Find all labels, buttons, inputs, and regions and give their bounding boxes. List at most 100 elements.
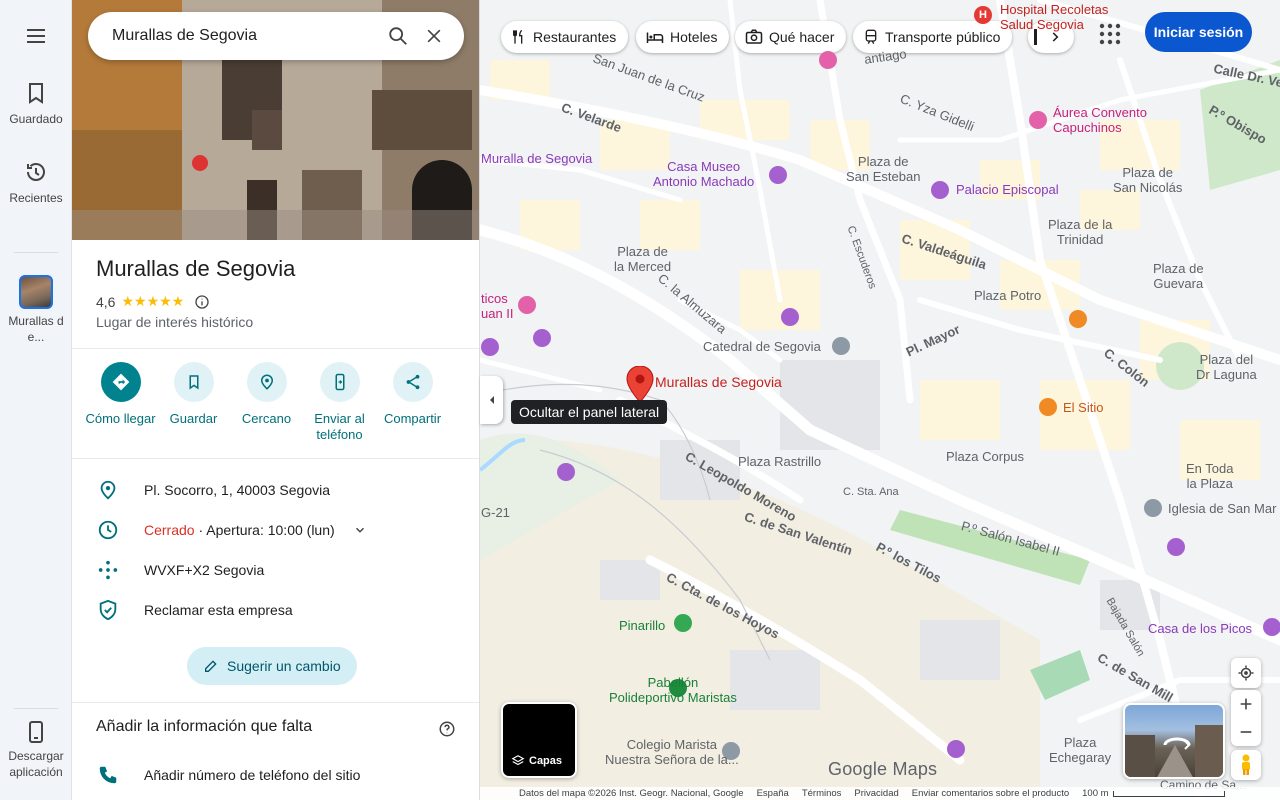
- rail-saved-button[interactable]: Guardado: [0, 81, 72, 127]
- landmark-pin-icon[interactable]: [947, 740, 965, 758]
- chevron-down-icon[interactable]: [353, 523, 367, 537]
- divider: [72, 458, 479, 459]
- map-label-palacio[interactable]: Palacio Episcopal: [956, 182, 1059, 197]
- my-location-button[interactable]: [1231, 658, 1261, 688]
- camera-pin-icon[interactable]: [533, 329, 551, 347]
- place-panel: Murallas de Segovia Murallas de Segovia …: [72, 0, 480, 800]
- footer-map-data[interactable]: Datos del mapa ©2026 Inst. Geogr. Nacion…: [519, 788, 744, 799]
- map-label-hospital[interactable]: Hospital Recoletas Salud Segovia: [1000, 2, 1108, 32]
- chip-things-to-do-label: Qué hacer: [769, 29, 835, 45]
- map-label-en-toda[interactable]: En Toda la Plaza: [1186, 461, 1233, 491]
- help-icon[interactable]: [438, 720, 456, 738]
- directions-button[interactable]: Cómo llegar: [84, 362, 157, 443]
- chip-hotels-label: Hoteles: [670, 29, 718, 45]
- share-button[interactable]: Compartir: [376, 362, 449, 443]
- park-pin-icon[interactable]: [674, 614, 692, 632]
- hours-status: Cerrado: [144, 522, 195, 538]
- hours-row[interactable]: Cerrado · Apertura: 10:00 (lun): [72, 510, 479, 550]
- phone-call-icon: [99, 766, 117, 784]
- map-label-el-sitio[interactable]: El Sitio: [1063, 400, 1103, 415]
- footer-privacy-link[interactable]: Privacidad: [854, 788, 898, 799]
- map-label-murallas-pin[interactable]: Murallas de Segovia: [655, 375, 782, 390]
- hotel-pin-icon[interactable]: [518, 296, 536, 314]
- map-label-aurea[interactable]: Áurea Convento Capuchinos: [1053, 105, 1147, 135]
- map-footer: Datos del mapa ©2026 Inst. Geogr. Nacion…: [480, 787, 1280, 800]
- zoom-controls: [1231, 690, 1261, 746]
- layers-button[interactable]: Capas: [501, 702, 577, 778]
- map-label-iglesia[interactable]: Iglesia de San Mar: [1168, 501, 1276, 516]
- claim-business-row[interactable]: Reclamar esta empresa: [72, 590, 479, 630]
- footer-country[interactable]: España: [757, 788, 789, 799]
- map-label-plaza-merced: Plaza de la Merced: [614, 244, 672, 274]
- church-pin-icon[interactable]: [1144, 499, 1162, 517]
- map-label-pabellon[interactable]: Pabellón Polideportivo Maristas: [609, 675, 737, 705]
- footer-scale[interactable]: 100 m: [1082, 788, 1108, 799]
- suggest-edit-button[interactable]: Sugerir un cambio: [187, 647, 357, 685]
- zoom-out-icon[interactable]: [1238, 724, 1254, 740]
- chip-restaurants[interactable]: Restaurantes: [501, 21, 629, 53]
- hospital-pin-icon[interactable]: H: [974, 6, 992, 24]
- map-label-muralla[interactable]: Muralla de Segovia: [481, 151, 592, 166]
- camera-pin-icon[interactable]: [1263, 618, 1280, 636]
- map-label-c-sta-ana: C. Sta. Ana: [843, 486, 899, 498]
- map-label-colegio[interactable]: Colegio Marista Nuestra Señora de la...: [605, 737, 739, 767]
- camera-pin-icon[interactable]: [1167, 538, 1185, 556]
- map-label-pinarillo[interactable]: Pinarillo: [619, 618, 665, 633]
- camera-pin-icon[interactable]: [557, 463, 575, 481]
- add-phone-row[interactable]: Añadir número de teléfono del sitio: [72, 755, 479, 795]
- restaurant-pin-icon[interactable]: [1069, 310, 1087, 328]
- museum-pin-icon[interactable]: [481, 338, 499, 356]
- chevron-right-icon: [1052, 32, 1059, 42]
- map-label-casa-picos[interactable]: Casa de los Picos: [1148, 621, 1252, 636]
- plus-code-row[interactable]: WVXF+X2 Segovia: [72, 550, 479, 590]
- search-button[interactable]: [380, 18, 416, 54]
- museum-pin-icon[interactable]: [769, 166, 787, 184]
- download-app-button[interactable]: Descargar aplicación: [0, 720, 72, 780]
- pegman-button[interactable]: [1231, 750, 1261, 780]
- chip-hotels[interactable]: Hoteles: [636, 21, 730, 53]
- footer-feedback-link[interactable]: Enviar comentarios sobre el producto: [912, 788, 1069, 799]
- send-to-phone-label: Enviar al teléfono: [314, 411, 365, 442]
- scale-bar: [1112, 790, 1225, 797]
- rating-stars[interactable]: ★★★★★: [121, 293, 184, 310]
- share-label: Compartir: [383, 411, 442, 426]
- place-photo[interactable]: Murallas de Segovia: [72, 0, 479, 240]
- bookmark-icon: [29, 83, 43, 104]
- camera-icon: [745, 29, 763, 44]
- footer-terms-link[interactable]: Términos: [802, 788, 842, 799]
- search-input[interactable]: Murallas de Segovia: [112, 27, 380, 45]
- hotel-pin-icon[interactable]: [819, 51, 837, 69]
- map-label-catedral[interactable]: Catedral de Segovia: [703, 339, 821, 354]
- rail-recent-button[interactable]: Recientes: [0, 160, 72, 206]
- info-icon[interactable]: [194, 294, 210, 310]
- chip-restaurants-label: Restaurantes: [533, 29, 617, 45]
- send-to-phone-button[interactable]: Enviar al teléfono: [303, 362, 376, 443]
- nearby-icon: [246, 362, 287, 402]
- menu-button[interactable]: [0, 24, 72, 48]
- chip-transit[interactable]: Transporte público: [853, 21, 1013, 53]
- restaurant-pin-icon[interactable]: [1039, 398, 1057, 416]
- rail-recent-label: Recientes: [9, 191, 63, 205]
- camera-pin-icon[interactable]: [781, 308, 799, 326]
- search-box[interactable]: Murallas de Segovia: [88, 12, 464, 60]
- chip-things-to-do[interactable]: Qué hacer: [735, 21, 847, 53]
- zoom-in-icon[interactable]: [1238, 696, 1254, 712]
- save-button[interactable]: Guardar: [157, 362, 230, 443]
- collapse-panel-button[interactable]: [480, 376, 503, 424]
- selected-place-marker-icon[interactable]: [626, 366, 654, 402]
- street-view-thumbnail[interactable]: [1123, 703, 1225, 779]
- map-label-casa-museo[interactable]: Casa Museo Antonio Machado: [653, 159, 754, 189]
- hotel-pin-icon[interactable]: [1029, 111, 1047, 129]
- bookmark-icon: [173, 362, 214, 402]
- sign-in-button[interactable]: Iniciar sesión: [1145, 12, 1252, 52]
- address-row[interactable]: Pl. Socorro, 1, 40003 Segovia: [72, 470, 479, 510]
- church-pin-icon[interactable]: [832, 337, 850, 355]
- rail-place-button[interactable]: Murallas de...: [0, 275, 72, 345]
- rail-divider: [14, 252, 58, 253]
- clear-search-button[interactable]: [416, 18, 452, 54]
- map-label-plaza-trinidad: Plaza de la Trinidad: [1048, 217, 1113, 247]
- nearby-button[interactable]: Cercano: [230, 362, 303, 443]
- landmark-pin-icon[interactable]: [931, 181, 949, 199]
- map-label-ticos[interactable]: ticos uan II: [481, 291, 514, 321]
- place-category[interactable]: Lugar de interés histórico: [96, 314, 253, 330]
